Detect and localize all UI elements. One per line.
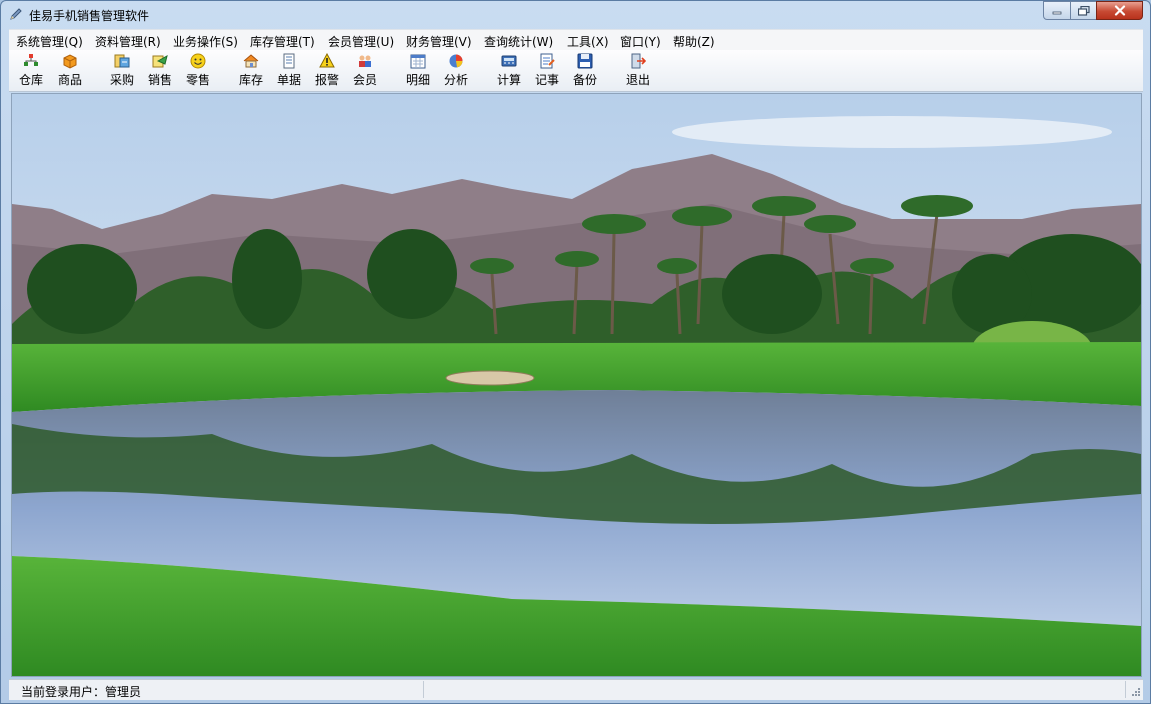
toolbar-label: 备份 [572,73,597,87]
minimize-icon [1052,11,1062,14]
toolbar-exit-button[interactable]: 退出 [620,52,656,90]
product-box-icon [63,54,77,69]
toolbar-label: 分析 [443,73,468,87]
smiley-icon [190,53,206,69]
close-icon [1114,5,1125,16]
menu-finance[interactable]: 财务管理(V) [406,33,472,50]
toolbar-calculator-button[interactable]: 计算 [491,52,527,90]
members-icon [359,55,371,67]
toolbar-stock-button[interactable]: 库存 [233,52,269,90]
minimize-button[interactable] [1043,1,1071,20]
toolbar-label: 采购 [109,73,134,87]
maximize-icon [1077,5,1090,16]
menu-system[interactable]: 系统管理(Q) [16,33,83,50]
maximize-button[interactable] [1070,1,1097,20]
menu-member[interactable]: 会员管理(U) [328,33,394,50]
notepad-icon [540,53,555,69]
toolbar-purchase-button[interactable]: 采购 [104,52,140,90]
status-pane-empty [425,681,1126,698]
toolbar: 仓库 商品 采购 销售 零售 库存 单据 报警 会员 明细 分析 计算 记事 备… [9,50,1143,92]
sales-icon [152,55,168,68]
toolbar-label: 库存 [238,73,263,87]
toolbar-label: 会员 [352,73,377,87]
toolbar-member-button[interactable]: 会员 [347,52,383,90]
menu-help[interactable]: 帮助(Z) [673,33,715,50]
menu-inventory[interactable]: 库存管理(T) [250,33,315,50]
toolbar-label: 退出 [625,73,650,87]
menu-data[interactable]: 资料管理(R) [95,33,161,50]
toolbar-label: 计算 [496,73,521,87]
toolbar-retail-button[interactable]: 零售 [180,52,216,90]
menu-query[interactable]: 查询统计(W) [484,33,553,50]
menu-window[interactable]: 窗口(Y) [620,33,661,50]
warning-icon [319,53,335,68]
background-scenery-image [12,94,1141,676]
toolbar-label: 商品 [57,73,82,87]
window-title: 佳易手机销售管理软件 [29,9,150,23]
current-user-status: 当前登录用户：管理员 [21,685,142,699]
calendar-icon [410,54,426,69]
toolbar-notepad-button[interactable]: 记事 [529,52,565,90]
toolbar-analysis-button[interactable]: 分析 [438,52,474,90]
toolbar-backup-button[interactable]: 备份 [567,52,603,90]
calculator-icon [501,55,517,67]
toolbar-sales-button[interactable]: 销售 [142,52,178,90]
toolbar-label: 单据 [276,73,301,87]
close-button[interactable] [1096,1,1143,20]
toolbar-label: 记事 [534,73,559,87]
app-window: 佳易手机销售管理软件 系统管理(Q) 资料管理(R) 业务操作(S) 库存管理(… [0,0,1151,704]
toolbar-label: 仓库 [18,73,43,87]
toolbar-detail-button[interactable]: 明细 [400,52,436,90]
toolbar-product-button[interactable]: 商品 [52,52,88,90]
toolbar-alarm-button[interactable]: 报警 [309,52,345,90]
floppy-disk-icon [577,53,593,69]
house-icon [243,54,259,68]
toolbar-document-button[interactable]: 单据 [271,52,307,90]
menu-bar: 系统管理(Q) 资料管理(R) 业务操作(S) 库存管理(T) 会员管理(U) … [9,29,1143,51]
purchase-icon [114,54,130,68]
title-bar[interactable]: 佳易手机销售管理软件 [1,1,1150,27]
toolbar-label: 报警 [314,73,339,87]
menu-tools[interactable]: 工具(X) [567,33,609,50]
app-pen-icon [10,8,22,20]
warehouse-icon [24,54,38,66]
resize-grip-icon[interactable] [1129,687,1141,699]
analysis-icon [449,54,463,68]
toolbar-label: 明细 [405,73,430,87]
toolbar-warehouse-button[interactable]: 仓库 [13,52,49,90]
status-pane-user: 当前登录用户：管理员 [9,681,424,699]
mdi-client-area[interactable] [11,93,1142,677]
document-icon [283,53,295,69]
status-bar: 当前登录用户：管理员 [9,679,1143,700]
exit-icon [631,53,646,69]
toolbar-label: 零售 [185,73,210,87]
menu-business[interactable]: 业务操作(S) [173,33,238,50]
toolbar-label: 销售 [147,73,172,87]
